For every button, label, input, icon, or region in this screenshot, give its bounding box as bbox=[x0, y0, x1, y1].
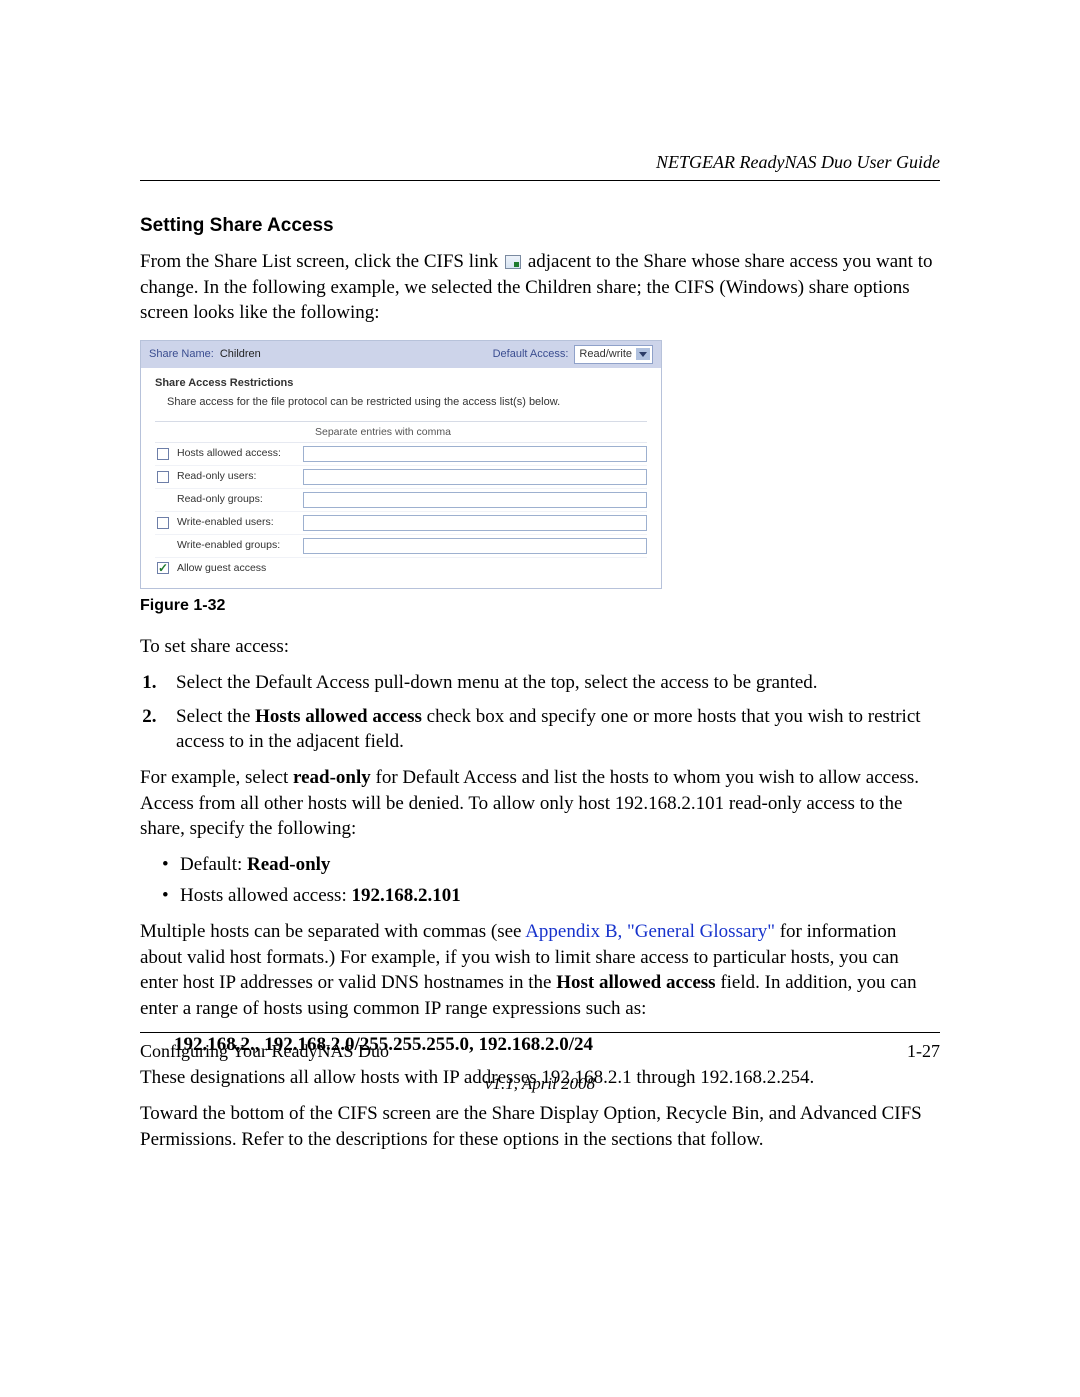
share-name-value: Children bbox=[220, 347, 261, 362]
label-guest-access: Allow guest access bbox=[177, 561, 266, 575]
bullet-hosts-bold: 192.168.2.101 bbox=[351, 885, 460, 906]
running-header: NETGEAR ReadyNAS Duo User Guide bbox=[140, 150, 940, 174]
label-readonly-groups: Read-only groups: bbox=[177, 492, 295, 506]
default-access-value: Read/write bbox=[579, 347, 632, 362]
page-footer: Configuring Your ReadyNAS Duo 1-27 v1.1,… bbox=[140, 1032, 940, 1096]
example-paragraph: For example, select read-only for Defaul… bbox=[140, 765, 940, 842]
figure-header: Share Name: Children Default Access: Rea… bbox=[141, 341, 661, 368]
steps-list: Select the Default Access pull-down menu… bbox=[140, 670, 940, 755]
figure-screenshot: Share Name: Children Default Access: Rea… bbox=[140, 340, 662, 589]
appendix-link[interactable]: Appendix B, "General Glossary" bbox=[525, 921, 775, 942]
row-hosts-allowed: Hosts allowed access: bbox=[155, 443, 647, 466]
input-readonly-groups[interactable] bbox=[303, 492, 647, 508]
footer-left: Configuring Your ReadyNAS Duo bbox=[140, 1039, 389, 1063]
checkbox-hosts-allowed[interactable] bbox=[157, 448, 169, 460]
lead-in: To set share access: bbox=[140, 634, 940, 660]
row-guest-access: Allow guest access bbox=[155, 558, 647, 578]
row-readonly-groups: Read-only groups: bbox=[155, 489, 647, 512]
figure-caption: Figure 1-32 bbox=[140, 595, 940, 617]
row-write-groups: Write-enabled groups: bbox=[155, 535, 647, 558]
bullet-list: Default: Read-only Hosts allowed access:… bbox=[140, 852, 940, 909]
footer-version: v1.1, April 2008 bbox=[140, 1073, 940, 1096]
section-heading: Setting Share Access bbox=[140, 213, 940, 239]
step-2-bold: Hosts allowed access bbox=[255, 706, 422, 727]
label-hosts-allowed: Hosts allowed access: bbox=[177, 446, 295, 460]
checkbox-write-users[interactable] bbox=[157, 517, 169, 529]
restrictions-note: Share access for the file protocol can b… bbox=[141, 395, 661, 416]
intro-paragraph: From the Share List screen, click the CI… bbox=[140, 249, 940, 326]
share-name-label: Share Name: bbox=[149, 347, 214, 362]
footer-right: 1-27 bbox=[907, 1039, 940, 1063]
restrictions-heading: Share Access Restrictions bbox=[141, 368, 661, 395]
step-1-text: Select the Default Access pull-down menu… bbox=[176, 672, 818, 693]
bullet-default-bold: Read-only bbox=[247, 854, 330, 875]
bullet-default-pre: Default: bbox=[180, 854, 247, 875]
default-access-label: Default Access: bbox=[493, 347, 569, 362]
default-access-dropdown[interactable]: Read/write bbox=[574, 345, 653, 364]
bullet-default: Default: Read-only bbox=[166, 852, 940, 878]
label-readonly-users: Read-only users: bbox=[177, 469, 295, 483]
label-write-users: Write-enabled users: bbox=[177, 515, 295, 529]
step-1: Select the Default Access pull-down menu… bbox=[166, 670, 940, 696]
bottom-paragraph: Toward the bottom of the CIFS screen are… bbox=[140, 1101, 940, 1152]
column-hint: Separate entries with comma bbox=[155, 422, 647, 442]
input-write-users[interactable] bbox=[303, 515, 647, 531]
restrictions-table: Separate entries with comma Hosts allowe… bbox=[155, 421, 647, 577]
input-hosts-allowed[interactable] bbox=[303, 446, 647, 462]
footer-rule bbox=[140, 1032, 940, 1033]
multi-pre: Multiple hosts can be separated with com… bbox=[140, 921, 525, 942]
step-2: Select the Hosts allowed access check bo… bbox=[166, 704, 940, 755]
multi-bold: Host allowed access bbox=[556, 972, 715, 993]
multi-hosts-paragraph: Multiple hosts can be separated with com… bbox=[140, 919, 940, 1022]
label-write-groups: Write-enabled groups: bbox=[177, 538, 295, 552]
input-readonly-users[interactable] bbox=[303, 469, 647, 485]
row-readonly-users: Read-only users: bbox=[155, 466, 647, 489]
header-rule bbox=[140, 180, 940, 181]
intro-pre: From the Share List screen, click the CI… bbox=[140, 251, 503, 272]
cifs-icon bbox=[505, 255, 521, 269]
checkbox-readonly-users[interactable] bbox=[157, 471, 169, 483]
example-bold: read-only bbox=[293, 767, 371, 788]
checkbox-guest-access[interactable] bbox=[157, 562, 169, 574]
bullet-hosts: Hosts allowed access: 192.168.2.101 bbox=[166, 883, 940, 909]
row-write-users: Write-enabled users: bbox=[155, 512, 647, 535]
chevron-down-icon bbox=[636, 348, 650, 360]
step-2-pre: Select the bbox=[176, 706, 255, 727]
example-pre: For example, select bbox=[140, 767, 293, 788]
input-write-groups[interactable] bbox=[303, 538, 647, 554]
bullet-hosts-pre: Hosts allowed access: bbox=[180, 885, 351, 906]
